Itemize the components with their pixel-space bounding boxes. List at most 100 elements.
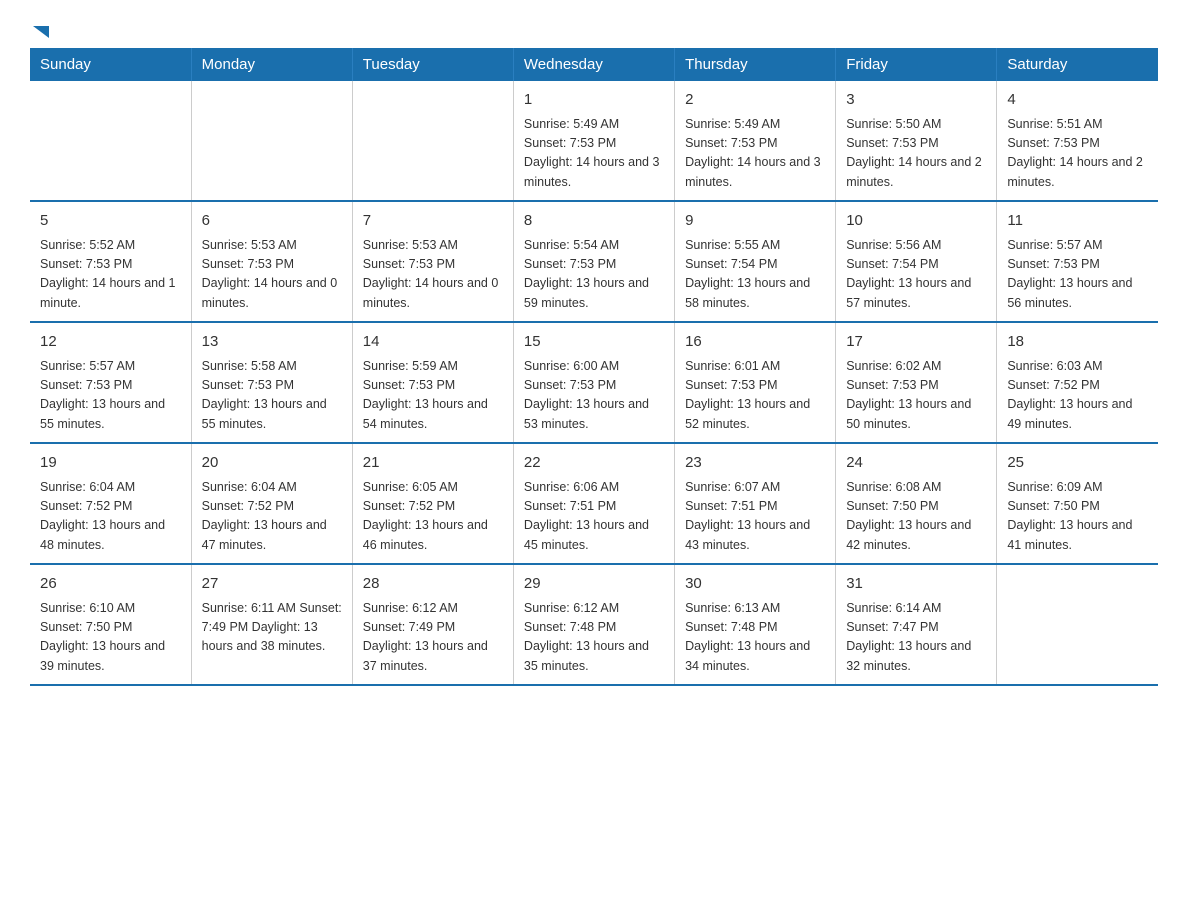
day-number: 7 — [363, 210, 503, 233]
day-number: 9 — [685, 210, 825, 233]
day-info: Sunrise: 6:05 AM Sunset: 7:52 PM Dayligh… — [363, 478, 503, 556]
calendar-cell: 4 Sunrise: 5:51 AM Sunset: 7:53 PM Daylig… — [997, 81, 1158, 201]
day-number: 30 — [685, 573, 825, 596]
calendar-header-friday: Friday — [836, 48, 997, 81]
calendar-cell: 23 Sunrise: 6:07 AM Sunset: 7:51 PM Dayli… — [675, 443, 836, 564]
calendar-cell: 14 Sunrise: 5:59 AM Sunset: 7:53 PM Dayli… — [352, 322, 513, 443]
calendar-cell: 10 Sunrise: 5:56 AM Sunset: 7:54 PM Dayli… — [836, 201, 997, 322]
calendar-cell: 6 Sunrise: 5:53 AM Sunset: 7:53 PM Daylig… — [191, 201, 352, 322]
day-number: 17 — [846, 331, 986, 354]
calendar-header-sunday: Sunday — [30, 48, 191, 81]
day-number: 25 — [1007, 452, 1148, 475]
day-number: 15 — [524, 331, 664, 354]
day-info: Sunrise: 6:09 AM Sunset: 7:50 PM Dayligh… — [1007, 478, 1148, 556]
day-number: 4 — [1007, 89, 1148, 112]
calendar-cell: 24Sunrise: 6:08 AM Sunset: 7:50 PM Dayli… — [836, 443, 997, 564]
calendar-cell: 11 Sunrise: 5:57 AM Sunset: 7:53 PM Dayli… — [997, 201, 1158, 322]
day-info: Sunrise: 6:06 AM Sunset: 7:51 PM Dayligh… — [524, 478, 664, 556]
day-number: 5 — [40, 210, 181, 233]
day-info: Sunrise: 5:52 AM Sunset: 7:53 PM Dayligh… — [40, 236, 181, 314]
calendar-header-row: SundayMondayTuesdayWednesdayThursdayFrid… — [30, 48, 1158, 81]
day-number: 6 — [202, 210, 342, 233]
day-info: Sunrise: 6:07 AM Sunset: 7:51 PM Dayligh… — [685, 478, 825, 556]
page-header — [30, 20, 1158, 38]
calendar-cell: 1 Sunrise: 5:49 AM Sunset: 7:53 PM Daylig… — [513, 81, 674, 201]
day-number: 22 — [524, 452, 664, 475]
day-info: Sunrise: 6:00 AM Sunset: 7:53 PM Dayligh… — [524, 357, 664, 435]
day-info: Sunrise: 5:51 AM Sunset: 7:53 PM Dayligh… — [1007, 115, 1148, 193]
calendar-cell: 25 Sunrise: 6:09 AM Sunset: 7:50 PM Dayli… — [997, 443, 1158, 564]
calendar-header-tuesday: Tuesday — [352, 48, 513, 81]
day-number: 12 — [40, 331, 181, 354]
day-info: Sunrise: 6:04 AM Sunset: 7:52 PM Dayligh… — [40, 478, 181, 556]
calendar-cell: 29Sunrise: 6:12 AM Sunset: 7:48 PM Dayli… — [513, 564, 674, 685]
calendar-header-thursday: Thursday — [675, 48, 836, 81]
day-info: Sunrise: 5:49 AM Sunset: 7:53 PM Dayligh… — [685, 115, 825, 193]
calendar-cell: 31Sunrise: 6:14 AM Sunset: 7:47 PM Dayli… — [836, 564, 997, 685]
day-info: Sunrise: 6:02 AM Sunset: 7:53 PM Dayligh… — [846, 357, 986, 435]
day-number: 23 — [685, 452, 825, 475]
calendar-cell: 27 Sunrise: 6:11 AM Sunset: 7:49 PM Dayli… — [191, 564, 352, 685]
calendar-cell: 30 Sunrise: 6:13 AM Sunset: 7:48 PM Dayli… — [675, 564, 836, 685]
calendar-cell: 15 Sunrise: 6:00 AM Sunset: 7:53 PM Dayli… — [513, 322, 674, 443]
day-number: 16 — [685, 331, 825, 354]
day-info: Sunrise: 6:08 AM Sunset: 7:50 PM Dayligh… — [846, 478, 986, 556]
calendar-week-row: 12 Sunrise: 5:57 AM Sunset: 7:53 PM Dayli… — [30, 322, 1158, 443]
day-number: 18 — [1007, 331, 1148, 354]
calendar-week-row: 19 Sunrise: 6:04 AM Sunset: 7:52 PM Dayli… — [30, 443, 1158, 564]
day-info: Sunrise: 6:13 AM Sunset: 7:48 PM Dayligh… — [685, 599, 825, 677]
day-info: Sunrise: 5:53 AM Sunset: 7:53 PM Dayligh… — [202, 236, 342, 314]
calendar-cell: 3 Sunrise: 5:50 AM Sunset: 7:53 PM Daylig… — [836, 81, 997, 201]
day-number: 2 — [685, 89, 825, 112]
day-info: Sunrise: 6:14 AM Sunset: 7:47 PM Dayligh… — [846, 599, 986, 677]
calendar-cell: 20 Sunrise: 6:04 AM Sunset: 7:52 PM Dayli… — [191, 443, 352, 564]
day-info: Sunrise: 5:55 AM Sunset: 7:54 PM Dayligh… — [685, 236, 825, 314]
calendar-cell — [30, 81, 191, 201]
calendar-cell: 26 Sunrise: 6:10 AM Sunset: 7:50 PM Dayli… — [30, 564, 191, 685]
day-number: 3 — [846, 89, 986, 112]
calendar-week-row: 26 Sunrise: 6:10 AM Sunset: 7:50 PM Dayli… — [30, 564, 1158, 685]
day-info: Sunrise: 6:12 AM Sunset: 7:49 PM Dayligh… — [363, 599, 503, 677]
day-number: 8 — [524, 210, 664, 233]
day-info: Sunrise: 5:59 AM Sunset: 7:53 PM Dayligh… — [363, 357, 503, 435]
day-number: 14 — [363, 331, 503, 354]
day-number: 10 — [846, 210, 986, 233]
day-info: Sunrise: 5:53 AM Sunset: 7:53 PM Dayligh… — [363, 236, 503, 314]
calendar-cell — [997, 564, 1158, 685]
day-number: 27 — [202, 573, 342, 596]
day-info: Sunrise: 6:12 AM Sunset: 7:48 PM Dayligh… — [524, 599, 664, 677]
day-info: Sunrise: 6:01 AM Sunset: 7:53 PM Dayligh… — [685, 357, 825, 435]
calendar-header-monday: Monday — [191, 48, 352, 81]
day-number: 13 — [202, 331, 342, 354]
day-number: 11 — [1007, 210, 1148, 233]
day-info: Sunrise: 5:50 AM Sunset: 7:53 PM Dayligh… — [846, 115, 986, 193]
day-info: Sunrise: 6:03 AM Sunset: 7:52 PM Dayligh… — [1007, 357, 1148, 435]
calendar-cell: 22 Sunrise: 6:06 AM Sunset: 7:51 PM Dayli… — [513, 443, 674, 564]
day-number: 1 — [524, 89, 664, 112]
day-info: Sunrise: 6:04 AM Sunset: 7:52 PM Dayligh… — [202, 478, 342, 556]
calendar-cell: 16 Sunrise: 6:01 AM Sunset: 7:53 PM Dayli… — [675, 322, 836, 443]
day-number: 21 — [363, 452, 503, 475]
day-number: 28 — [363, 573, 503, 596]
day-info: Sunrise: 5:56 AM Sunset: 7:54 PM Dayligh… — [846, 236, 986, 314]
calendar-header-wednesday: Wednesday — [513, 48, 674, 81]
day-number: 20 — [202, 452, 342, 475]
day-info: Sunrise: 5:57 AM Sunset: 7:53 PM Dayligh… — [40, 357, 181, 435]
day-number: 26 — [40, 573, 181, 596]
day-info: Sunrise: 5:49 AM Sunset: 7:53 PM Dayligh… — [524, 115, 664, 193]
calendar-cell: 9 Sunrise: 5:55 AM Sunset: 7:54 PM Daylig… — [675, 201, 836, 322]
day-info: Sunrise: 6:11 AM Sunset: 7:49 PM Dayligh… — [202, 599, 342, 657]
day-info: Sunrise: 5:58 AM Sunset: 7:53 PM Dayligh… — [202, 357, 342, 435]
calendar-cell: 17 Sunrise: 6:02 AM Sunset: 7:53 PM Dayli… — [836, 322, 997, 443]
day-info: Sunrise: 5:57 AM Sunset: 7:53 PM Dayligh… — [1007, 236, 1148, 314]
calendar-cell: 8 Sunrise: 5:54 AM Sunset: 7:53 PM Daylig… — [513, 201, 674, 322]
calendar-cell: 5 Sunrise: 5:52 AM Sunset: 7:53 PM Daylig… — [30, 201, 191, 322]
calendar-cell: 12 Sunrise: 5:57 AM Sunset: 7:53 PM Dayli… — [30, 322, 191, 443]
day-info: Sunrise: 6:10 AM Sunset: 7:50 PM Dayligh… — [40, 599, 181, 677]
calendar-cell: 13 Sunrise: 5:58 AM Sunset: 7:53 PM Dayli… — [191, 322, 352, 443]
calendar-cell: 21 Sunrise: 6:05 AM Sunset: 7:52 PM Dayli… — [352, 443, 513, 564]
calendar-week-row: 5 Sunrise: 5:52 AM Sunset: 7:53 PM Daylig… — [30, 201, 1158, 322]
day-info: Sunrise: 5:54 AM Sunset: 7:53 PM Dayligh… — [524, 236, 664, 314]
calendar-week-row: 1 Sunrise: 5:49 AM Sunset: 7:53 PM Daylig… — [30, 81, 1158, 201]
day-number: 19 — [40, 452, 181, 475]
